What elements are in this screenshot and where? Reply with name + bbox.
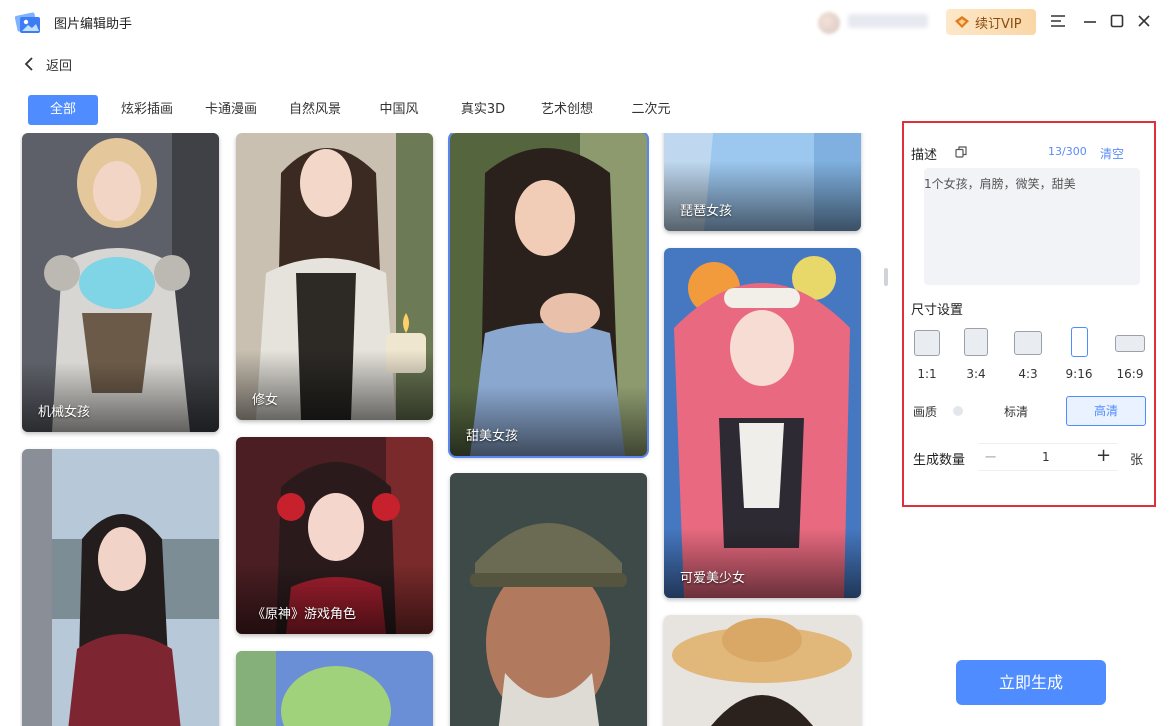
avatar[interactable] (818, 12, 840, 34)
count-label: 生成数量 (913, 453, 966, 468)
gallery-card[interactable] (22, 449, 219, 726)
gallery-card[interactable] (236, 651, 433, 726)
ratio-label: 16:9 (1116, 367, 1144, 381)
minimize-button[interactable] (1080, 11, 1100, 31)
minimize-icon (1084, 21, 1096, 23)
app-window: 图片编辑助手 续订VIP 返回 全部 炫彩插画 卡通漫画 自然风景 中国风 真实… (0, 0, 1170, 726)
card-caption: 《原神》游戏角色 (252, 607, 357, 622)
renew-vip-label: 续订VIP (975, 16, 1022, 32)
ratio-option-3-4[interactable]: 3:4 (956, 323, 996, 381)
quantity-stepper: − 1 + (978, 443, 1118, 471)
app-title: 图片编辑助手 (54, 17, 133, 32)
gallery-card[interactable] (664, 615, 861, 726)
chevron-left-icon (24, 57, 33, 71)
caption-shade (664, 528, 861, 598)
generate-button[interactable]: 立即生成 (956, 660, 1106, 705)
close-icon (1138, 15, 1150, 27)
tab-landscape[interactable]: 自然风景 (280, 95, 350, 125)
settings-panel: 描述 13/300 清空 1个女孩，肩膀，微笑，甜美 尺寸设置 1:1 3:4 … (902, 121, 1156, 507)
gallery-card[interactable]: 可爱美少女 (664, 248, 861, 598)
gallery-card[interactable] (450, 473, 647, 726)
image-thumbnail (450, 473, 647, 726)
size-settings-label: 尺寸设置 (911, 303, 964, 318)
ratio-label: 1:1 (917, 367, 937, 381)
tab-chinese-style[interactable]: 中国风 (364, 95, 434, 125)
gallery-card[interactable]: 《原神》游戏角色 (236, 437, 433, 634)
image-gallery: 机械女孩 修女 《原神》游戏角色 甜美女孩 琵琶女孩 可爱美少女 (20, 133, 880, 726)
caption-shade (450, 386, 647, 456)
ratio-option-1-1[interactable]: 1:1 (907, 323, 947, 381)
decrement-button[interactable]: − (984, 447, 997, 466)
char-counter: 13/300 (1048, 145, 1087, 158)
renew-vip-button[interactable]: 续订VIP (946, 9, 1036, 35)
image-thumbnail (236, 651, 433, 726)
image-thumbnail (664, 615, 861, 726)
gallery-card[interactable]: 甜美女孩 (448, 133, 649, 458)
tab-all[interactable]: 全部 (28, 95, 98, 125)
crown-icon (955, 16, 969, 28)
caption-shade (22, 362, 219, 432)
app-logo-icon (14, 12, 40, 33)
ratio-option-4-3[interactable]: 4:3 (1008, 323, 1048, 381)
close-button[interactable] (1134, 11, 1154, 31)
image-thumbnail (22, 449, 219, 726)
card-caption: 琵琶女孩 (680, 204, 733, 219)
quality-label: 画质 (913, 405, 938, 419)
count-unit: 张 (1130, 453, 1144, 468)
title-bar: 图片编辑助手 续订VIP (0, 0, 1170, 44)
gallery-card[interactable]: 琵琶女孩 (664, 133, 861, 231)
description-label: 描述 (911, 148, 938, 163)
card-caption: 甜美女孩 (466, 429, 519, 444)
ratio-option-9-16[interactable]: 9:16 (1059, 323, 1099, 381)
maximize-icon (1110, 14, 1124, 28)
increment-button[interactable]: + (1096, 445, 1111, 466)
back-button[interactable]: 返回 (24, 54, 72, 74)
caption-shade (236, 564, 433, 634)
quantity-value[interactable]: 1 (1042, 450, 1050, 464)
description-value: 1个女孩，肩膀，微笑，甜美 (924, 177, 1076, 191)
ratio-9-16-icon (1070, 327, 1088, 357)
user-name-blurred (848, 14, 928, 28)
ratio-16-9-icon (1115, 335, 1145, 352)
help-icon[interactable] (952, 405, 964, 417)
clear-button[interactable]: 清空 (1100, 145, 1124, 162)
caption-shade (236, 350, 433, 420)
ratio-label: 3:4 (966, 367, 986, 381)
ratio-label: 9:16 (1065, 367, 1093, 381)
copy-icon[interactable] (955, 146, 967, 158)
menu-icon (1051, 15, 1065, 27)
tab-art-creative[interactable]: 艺术创想 (532, 95, 602, 125)
card-caption: 机械女孩 (38, 405, 91, 420)
card-caption: 可爱美少女 (680, 571, 746, 586)
quality-hd-option[interactable]: 高清 (1066, 396, 1146, 426)
tab-cartoon[interactable]: 卡通漫画 (196, 95, 266, 125)
gallery-scrollbar[interactable] (884, 268, 888, 286)
card-caption: 修女 (252, 393, 279, 408)
ratio-option-16-9[interactable]: 16:9 (1110, 323, 1150, 381)
maximize-button[interactable] (1107, 11, 1127, 31)
tab-colorful-illustration[interactable]: 炫彩插画 (112, 95, 182, 125)
quality-standard-option[interactable]: 标清 (1004, 403, 1028, 420)
caption-shade (664, 161, 861, 231)
tab-anime[interactable]: 二次元 (616, 95, 686, 125)
ratio-1-1-icon (914, 330, 940, 356)
gallery-card[interactable]: 机械女孩 (22, 133, 219, 432)
gallery-card[interactable]: 修女 (236, 133, 433, 420)
ratio-label: 4:3 (1018, 367, 1038, 381)
menu-button[interactable] (1048, 11, 1068, 31)
ratio-4-3-icon (1014, 331, 1042, 355)
tab-realistic-3d[interactable]: 真实3D (448, 95, 518, 125)
ratio-3-4-icon (964, 328, 988, 356)
back-label: 返回 (46, 58, 73, 74)
